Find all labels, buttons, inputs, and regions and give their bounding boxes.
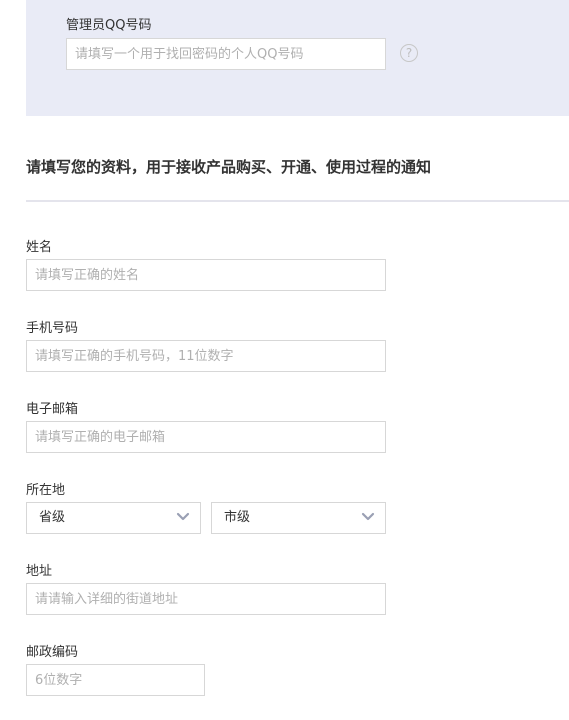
admin-qq-label: 管理员QQ号码: [66, 18, 152, 33]
email-input[interactable]: [26, 421, 386, 453]
address-label: 地址: [26, 564, 53, 579]
page: 管理员QQ号码 ? 请填写您的资料，用于接收产品购买、开通、使用过程的通知 姓名…: [0, 0, 569, 720]
notice-section-title: 请填写您的资料，用于接收产品购买、开通、使用过程的通知: [26, 158, 432, 176]
email-label: 电子邮箱: [26, 402, 79, 417]
address-input[interactable]: [26, 583, 386, 615]
province-select-value: 省级: [39, 510, 66, 525]
admin-qq-panel: 管理员QQ号码 ?: [26, 0, 569, 116]
province-select[interactable]: 省级: [26, 502, 201, 534]
postcode-label: 邮政编码: [26, 645, 79, 660]
section-divider: [26, 200, 569, 202]
phone-label: 手机号码: [26, 321, 79, 336]
admin-qq-input[interactable]: [66, 38, 386, 70]
city-select-value: 市级: [224, 510, 251, 525]
chevron-down-icon: [176, 512, 190, 521]
city-select[interactable]: 市级: [211, 502, 386, 534]
question-circle-icon[interactable]: ?: [400, 44, 418, 62]
location-label: 所在地: [26, 483, 66, 498]
name-input[interactable]: [26, 259, 386, 291]
postcode-input[interactable]: [26, 664, 205, 696]
name-label: 姓名: [26, 240, 53, 255]
chevron-down-icon: [361, 512, 375, 521]
phone-input[interactable]: [26, 340, 386, 372]
